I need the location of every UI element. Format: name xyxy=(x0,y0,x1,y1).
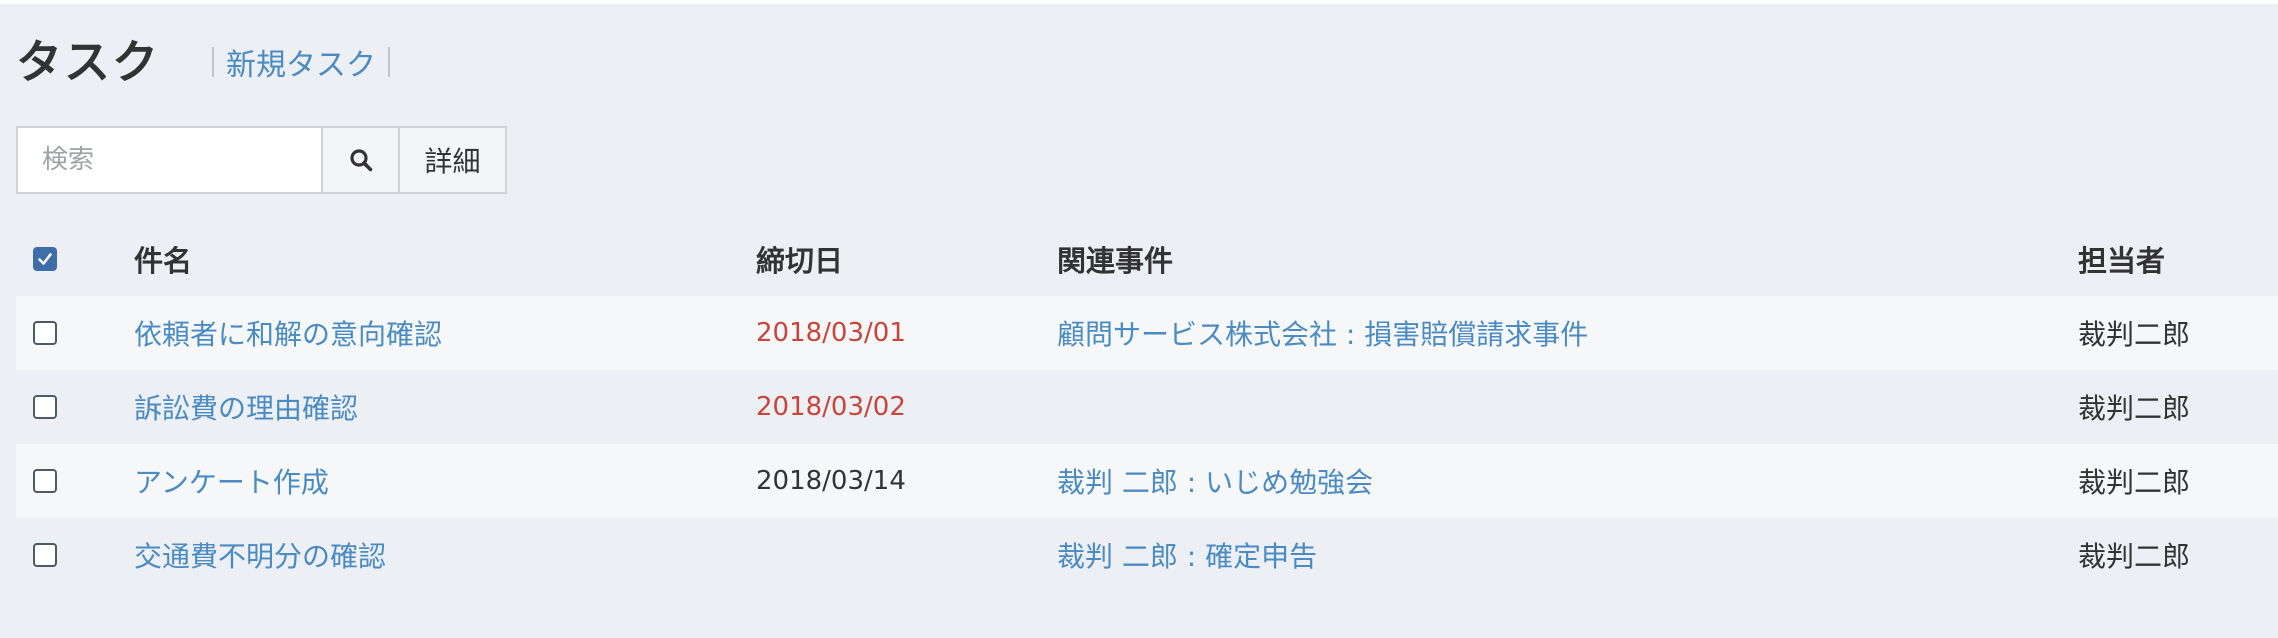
owner-name: 裁判二郎 xyxy=(2078,466,2191,499)
table-header-row: 件名 締切日 関連事件 担当者 xyxy=(16,222,2278,296)
row-select-cell xyxy=(33,444,57,518)
detail-search-button[interactable]: 詳細 xyxy=(400,126,507,194)
column-header-matter[interactable]: 関連事件 xyxy=(1057,222,1173,296)
table-row: 訴訟費の理由確認 2018/03/02 裁判二郎 xyxy=(16,370,2278,444)
select-all-checkbox[interactable] xyxy=(33,247,57,271)
page-title: タスク xyxy=(16,35,160,89)
column-header-due[interactable]: 締切日 xyxy=(756,222,843,296)
row-checkbox[interactable] xyxy=(33,543,57,567)
row-checkbox[interactable] xyxy=(33,395,57,419)
table-row: 交通費不明分の確認 裁判 二郎 : 確定申告 裁判二郎 xyxy=(16,518,2278,592)
due-date: 2018/03/02 xyxy=(756,392,906,422)
owner-name: 裁判二郎 xyxy=(2078,540,2191,573)
search-icon xyxy=(349,149,372,172)
top-strip xyxy=(0,0,2278,4)
related-matter-link[interactable]: 裁判 二郎 : 確定申告 xyxy=(1057,518,1317,592)
owner-name: 裁判二郎 xyxy=(2078,392,2191,425)
page-header: タスク 新規タスク xyxy=(16,24,390,94)
owner-name: 裁判二郎 xyxy=(2078,318,2191,351)
task-name-link[interactable]: 訴訟費の理由確認 xyxy=(134,370,358,444)
task-name-link[interactable]: 交通費不明分の確認 xyxy=(134,518,386,592)
task-name-link[interactable]: 依頼者に和解の意向確認 xyxy=(134,296,442,370)
search-bar: 詳細 xyxy=(16,126,507,194)
row-checkbox[interactable] xyxy=(33,469,57,493)
task-name-link[interactable]: アンケート作成 xyxy=(134,444,329,518)
column-header-name[interactable]: 件名 xyxy=(134,222,192,296)
select-all-cell xyxy=(33,222,57,296)
search-button[interactable] xyxy=(323,126,400,194)
related-matter-link[interactable]: 裁判 二郎 : いじめ勉強会 xyxy=(1057,444,1373,518)
divider xyxy=(388,47,390,77)
row-select-cell xyxy=(33,518,57,592)
due-date: 2018/03/14 xyxy=(756,466,906,496)
column-header-owner[interactable]: 担当者 xyxy=(2078,222,2165,296)
row-checkbox[interactable] xyxy=(33,321,57,345)
row-select-cell xyxy=(33,296,57,370)
related-matter-link[interactable]: 顧問サービス株式会社 : 損害賠償請求事件 xyxy=(1057,296,1588,370)
check-icon xyxy=(38,253,52,265)
task-table: 件名 締切日 関連事件 担当者 依頼者に和解の意向確認 2018/03/01 顧… xyxy=(16,222,2278,592)
new-task-link[interactable]: 新規タスク xyxy=(214,40,388,84)
due-date: 2018/03/01 xyxy=(756,318,906,348)
table-row: 依頼者に和解の意向確認 2018/03/01 顧問サービス株式会社 : 損害賠償… xyxy=(16,296,2278,370)
search-input[interactable] xyxy=(16,126,323,194)
header-actions: 新規タスク xyxy=(212,40,390,84)
row-select-cell xyxy=(33,370,57,444)
table-row: アンケート作成 2018/03/14 裁判 二郎 : いじめ勉強会 裁判二郎 xyxy=(16,444,2278,518)
